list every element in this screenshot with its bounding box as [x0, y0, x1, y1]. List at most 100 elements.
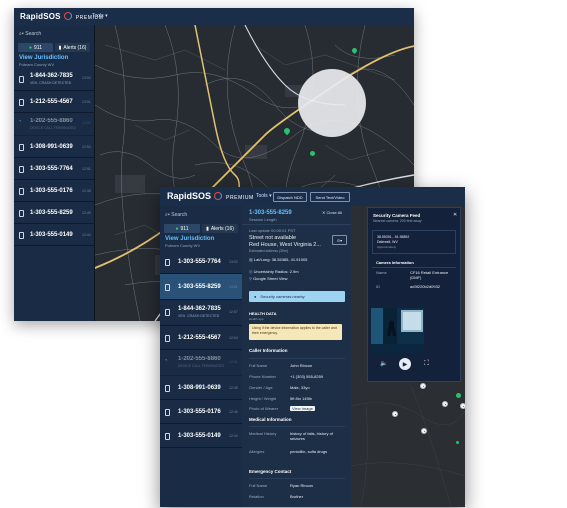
call-item[interactable]: 1-303-555-8259 12:46 [14, 202, 94, 224]
caller-height-weight-row: Height / Weight 5ft 8in 145lb [249, 396, 312, 401]
map-marker-icon[interactable] [420, 383, 426, 389]
search-input[interactable]: ⌕▾ Search [19, 31, 41, 37]
camera-coords: 38.55391, -91.95892 [377, 235, 410, 239]
jurisdiction-name: Putnam County WV [19, 62, 55, 67]
search-input[interactable]: ⌕▾ Search [165, 212, 187, 218]
call-time: 12:57 [229, 310, 238, 314]
caller-info-title: Caller Information [249, 348, 288, 353]
call-item-selected[interactable]: 1-303-555-8259 13:01 [160, 274, 242, 300]
city-address: Red House, West Virginia 2... [249, 242, 321, 248]
fullscreen-icon[interactable]: ⛶ [424, 360, 429, 367]
tab-alerts[interactable]: ▮ Alerts (16) [202, 224, 238, 233]
divider [249, 358, 345, 359]
call-time: 12:46 [82, 211, 91, 215]
call-item[interactable]: 1-844-362-7835 VEH. CRASH DETECTED 12:57 [160, 300, 242, 326]
location-dropdown[interactable]: ⊙▾ [332, 235, 347, 245]
address-note: Estimated address (30m) [249, 249, 289, 253]
map-marker-icon[interactable] [442, 401, 448, 407]
location-dot-icon [456, 441, 459, 444]
call-item[interactable]: 1-303-555-0149 12:44 [14, 224, 94, 246]
view-image-button[interactable]: View Image [290, 406, 315, 411]
health-source: Health app [249, 317, 264, 321]
call-status: DEVICE CALL TERMINATED [178, 364, 225, 368]
call-item[interactable]: ◔ 1-202-555-8860 DEVICE CALL TERMINATED … [160, 350, 242, 376]
camera-location-box: 38.55391, -91.95892 Dalewell, WV Approxi… [372, 230, 456, 254]
security-camera-feed-card: Security Camera Feed Nearest camera: 200… [367, 207, 461, 382]
last-update: Last update 00:00:01 PST [249, 228, 296, 233]
camera-place: Dalewell, WV [377, 240, 398, 244]
close-all-button[interactable]: ✕ Close All [322, 210, 342, 215]
map-marker-icon[interactable] [392, 411, 398, 417]
emergency-contact-title: Emergency Contact [249, 469, 292, 474]
phone-icon [19, 99, 24, 106]
camera-video-feed[interactable] [371, 308, 424, 353]
map-marker-icon[interactable] [460, 403, 465, 409]
call-item[interactable]: 1-303-555-7764 13:02 [160, 250, 242, 274]
tab-911[interactable]: ● 911 [18, 43, 53, 52]
jurisdiction-name: Putnam County WV [165, 243, 201, 248]
camera-id-row: ID ad3f220b2d0932 [376, 284, 441, 289]
medical-history-row: Medical History history of falls, history… [249, 431, 333, 441]
tools-menu[interactable]: Tools ▾ [256, 193, 272, 199]
dispatch-button[interactable]: Dispatch NDD [273, 192, 307, 202]
call-item[interactable]: 1-308-991-0639 12:48 [160, 376, 242, 400]
call-time: 13:01 [82, 100, 91, 104]
call-phone: 1-303-555-0176 [178, 409, 221, 415]
call-phone: 1-303-555-0149 [178, 433, 221, 439]
call-phone: 1-202-555-8860 [178, 356, 221, 362]
phone-icon [165, 409, 170, 416]
call-queue-sidebar: ⌕▾ Search ● 911 ▮ Alerts (16) View Jurisdi… [14, 25, 95, 321]
call-time: 12:44 [82, 233, 91, 237]
tab-911[interactable]: ● 911 [164, 224, 200, 233]
call-item[interactable]: 1-303-555-0176 12:46 [160, 400, 242, 424]
call-item[interactable]: 1-212-555-4567 12:54 [160, 326, 242, 350]
brand-logo: RapidSOS PREMIUM [20, 12, 104, 21]
phone-icon [19, 232, 24, 239]
send-text-video-button[interactable]: Send Text/Video [310, 192, 350, 202]
caller-location-pin-icon[interactable] [456, 393, 461, 398]
call-phone: 1-303-555-8259 [178, 284, 221, 290]
phone-icon [165, 309, 170, 316]
view-jurisdiction-link[interactable]: View Jurisdiction [19, 55, 68, 61]
call-phone: 1-303-555-8259 [30, 210, 73, 216]
tools-menu[interactable]: Tools ▾ [92, 13, 108, 19]
tab-alerts[interactable]: ▮ Alerts (16) [55, 43, 90, 52]
lat-long: ▦ Lat/Long: 38.55385, 41.91905 [249, 257, 308, 262]
top-bar: RapidSOS PREMIUM Tools ▾ Dispatch NDD Sen… [160, 187, 465, 206]
street-address: Street not available [249, 235, 297, 241]
play-icon[interactable]: ▶ [399, 358, 411, 370]
top-bar: RapidSOS PREMIUM Tools ▾ [14, 8, 414, 25]
phone-icon [165, 335, 170, 342]
call-item[interactable]: 1-303-555-0149 12:44 [160, 424, 242, 448]
close-icon: ✕ [322, 210, 326, 215]
security-cameras-button[interactable]: ● Security cameras nearby [249, 291, 345, 302]
call-item[interactable]: 1-308-991-0639 12:54 [14, 136, 94, 158]
contact-name-row: Full Name Ryan Rincon [249, 483, 313, 488]
call-item[interactable]: 1-844-362-7835 VEH. CRASH DETECTED 13:02 [14, 68, 94, 91]
caller-full-name-row: Full Name John Rincon [249, 363, 313, 368]
map-marker-icon[interactable] [421, 428, 427, 434]
bell-icon: ▮ [206, 225, 209, 232]
call-phone: 1-844-362-7835 [178, 306, 221, 312]
volume-icon[interactable]: 🔈 [380, 360, 387, 367]
call-item[interactable]: ◔ 1-202-555-8860 DEVICE CALL TERMINATED … [14, 113, 94, 136]
view-jurisdiction-link[interactable]: View Jurisdiction [165, 236, 214, 242]
call-item[interactable]: 1-303-555-7764 12:51 [14, 158, 94, 180]
map-pin-icon[interactable] [310, 151, 315, 156]
call-time: 12:46 [229, 410, 238, 414]
call-time: 12:48 [229, 386, 238, 390]
phone-icon [19, 166, 24, 173]
call-item[interactable]: 1-303-555-0176 12:48 [14, 180, 94, 202]
call-item[interactable]: 1-212-555-4567 13:01 [14, 91, 94, 113]
divider [372, 267, 456, 268]
call-phone: 1-303-555-0149 [30, 232, 73, 238]
street-view-link[interactable]: ⚲ Google Street View [249, 276, 287, 281]
call-phone: 1-303-555-7764 [30, 166, 73, 172]
health-notice: Using if the device information applies … [249, 324, 342, 340]
close-icon[interactable]: ✕ [453, 212, 457, 218]
call-status: DEVICE CALL TERMINATED [30, 126, 77, 130]
pin-icon: ● [175, 225, 179, 232]
phone-icon [165, 433, 170, 440]
call-time: 13:02 [82, 76, 91, 80]
call-time: 12:51 [229, 360, 238, 364]
